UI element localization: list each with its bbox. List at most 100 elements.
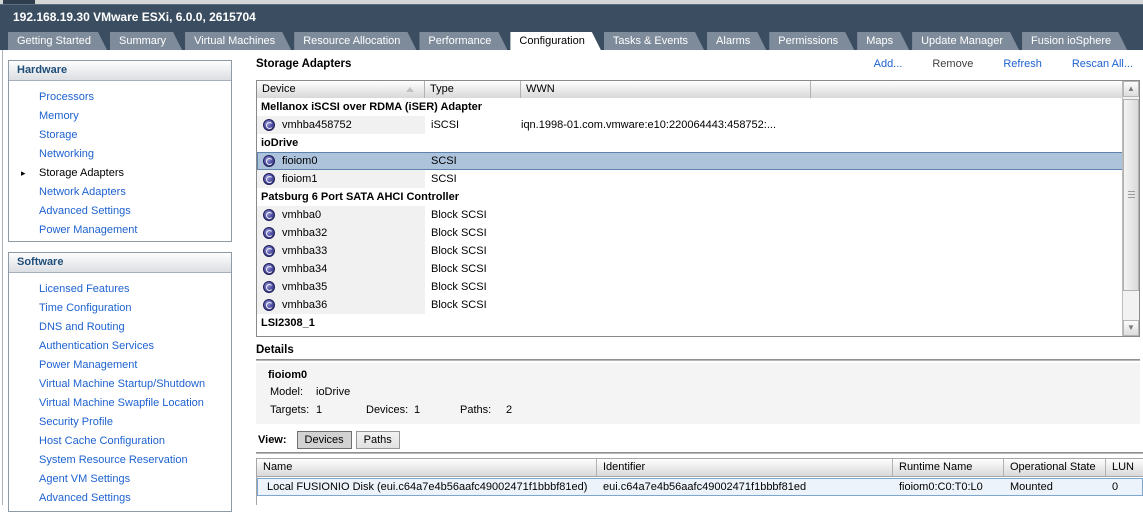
- adapter-rows: Mellanox iSCSI over RDMA (iSER) Adapter v…: [257, 98, 1123, 336]
- sidebar-item-label: Processors: [39, 91, 95, 103]
- adapter-row-vmhba35[interactable]: vmhba35 Block SCSI: [257, 278, 1123, 296]
- adapter-device-name: vmhba36: [282, 299, 328, 311]
- tab-alarms[interactable]: Alarms: [707, 32, 766, 50]
- device-operational-state-cell: Mounted: [1010, 481, 1053, 493]
- tab-getting-started[interactable]: Getting Started: [8, 32, 107, 50]
- column-header-operational-state[interactable]: Operational State: [1004, 459, 1106, 476]
- column-header-device[interactable]: Device: [257, 81, 425, 98]
- sidebar-item-network-adapters[interactable]: Network Adapters: [9, 183, 231, 202]
- tab-virtual-machines[interactable]: Virtual Machines: [185, 32, 291, 50]
- adapter-group-header-patsburg-6-port-sata-ahci-controller: Patsburg 6 Port SATA AHCI Controller: [257, 188, 1123, 206]
- view-button-paths[interactable]: Paths: [355, 431, 400, 449]
- adapter-type-cell: Block SCSI: [431, 245, 487, 257]
- tab-maps[interactable]: Maps: [857, 32, 909, 50]
- tab-update-manager[interactable]: Update Manager: [912, 32, 1019, 50]
- adapter-row-vmhba458752[interactable]: vmhba458752 iSCSI iqn.1998-01.com.vmware:e…: [257, 116, 1123, 134]
- adapter-row-vmhba32[interactable]: vmhba32 Block SCSI: [257, 224, 1123, 242]
- column-header-type[interactable]: Type: [425, 81, 521, 98]
- detail-adapter-name: fioiom0: [268, 369, 308, 381]
- adapter-device-name: vmhba0: [282, 209, 322, 221]
- tab-permissions[interactable]: Permissions: [769, 32, 854, 50]
- tab-fusion-iosphere[interactable]: Fusion ioSphere: [1022, 32, 1127, 50]
- adapter-device-name: fioiom1: [282, 173, 318, 185]
- adapter-row-fioiom1[interactable]: fioiom1 SCSI: [257, 170, 1123, 188]
- adapter-wwn-cell: [521, 260, 1123, 278]
- sidebar-item-label: Advanced Settings: [39, 205, 131, 217]
- adapter-device-cell: fioiom0: [257, 152, 425, 170]
- action-rescan-all[interactable]: Rescan All...: [1072, 58, 1133, 70]
- sidebar-item-label: Host Cache Configuration: [39, 435, 165, 447]
- device-row[interactable]: Local FUSIONIO Disk (eui.c64a7e4b56aafc4…: [257, 478, 1143, 496]
- sidebar-item-time-configuration[interactable]: Time Configuration: [9, 299, 231, 318]
- adapter-row-vmhba36[interactable]: vmhba36 Block SCSI: [257, 296, 1123, 314]
- sidebar-item-label: Networking: [39, 148, 95, 160]
- action-add[interactable]: Add...: [874, 58, 903, 70]
- adapter-wwn-cell: iqn.1998-01.com.vmware:e10:220064443:458…: [521, 119, 777, 131]
- tab-configuration[interactable]: Configuration: [510, 32, 600, 50]
- adapter-row-vmhba33[interactable]: vmhba33 Block SCSI: [257, 242, 1123, 260]
- storage-adapter-icon: [263, 209, 275, 221]
- adapter-table-header: Device Type WWN: [257, 81, 1123, 99]
- sidebar-item-storage[interactable]: Storage: [9, 126, 231, 145]
- tab-resource-allocation[interactable]: Resource Allocation: [294, 32, 416, 50]
- tab-performance[interactable]: Performance: [419, 32, 507, 50]
- adapter-row-vmhba0[interactable]: vmhba0 Block SCSI: [257, 206, 1123, 224]
- sidebar-item-security-profile[interactable]: Security Profile: [9, 413, 231, 432]
- adapter-device-cell: vmhba33: [257, 242, 425, 260]
- adapter-type-cell: iSCSI: [431, 119, 460, 131]
- sidebar-item-label: Memory: [39, 110, 79, 122]
- tab-summary[interactable]: Summary: [110, 32, 182, 50]
- action-refresh[interactable]: Refresh: [1003, 58, 1042, 70]
- adapter-table-scrollbar[interactable]: ▲ ▼: [1122, 81, 1139, 336]
- sidebar-item-memory[interactable]: Memory: [9, 107, 231, 126]
- adapter-device-cell: vmhba34: [257, 260, 425, 278]
- adapter-wwn-cell: [521, 152, 1123, 170]
- storage-adapter-icon: [263, 299, 275, 311]
- sidebar-item-advanced-settings[interactable]: Advanced Settings: [9, 489, 231, 508]
- targets-label: Targets:: [270, 404, 310, 416]
- storage-adapter-icon: [263, 173, 275, 185]
- action-remove[interactable]: Remove: [932, 58, 973, 70]
- sidebar-item-dns-and-routing[interactable]: DNS and Routing: [9, 318, 231, 337]
- column-header-lun[interactable]: LUN: [1106, 459, 1143, 476]
- view-buttons: Devices Paths: [296, 431, 404, 449]
- tab-tasks-events[interactable]: Tasks & Events: [604, 32, 704, 50]
- sidebar-item-licensed-features[interactable]: Licensed Features: [9, 280, 231, 299]
- adapter-row-vmhba34[interactable]: vmhba34 Block SCSI: [257, 260, 1123, 278]
- adapter-type-cell: Block SCSI: [431, 263, 487, 275]
- sidebar-item-networking[interactable]: Networking: [9, 145, 231, 164]
- sidebar-item-power-management[interactable]: Power Management: [9, 356, 231, 375]
- sidebar-item-storage-adapters[interactable]: ▸ Storage Adapters: [9, 164, 231, 183]
- view-button-devices[interactable]: Devices: [296, 431, 352, 449]
- adapter-group-header-iodrive: ioDrive: [257, 134, 1123, 152]
- adapter-row-fioiom0[interactable]: fioiom0 SCSI: [257, 152, 1123, 170]
- scrollbar-thumb[interactable]: [1123, 99, 1139, 291]
- storage-adapter-icon: [263, 263, 275, 275]
- sidebar-item-label: Agent VM Settings: [39, 473, 131, 485]
- column-header-wwn[interactable]: WWN: [521, 81, 811, 98]
- sidebar-item-system-resource-reservation[interactable]: System Resource Reservation: [9, 451, 231, 470]
- sidebar-item-authentication-services[interactable]: Authentication Services: [9, 337, 231, 356]
- sidebar-item-label: Security Profile: [39, 416, 113, 428]
- sidebar-item-label: DNS and Routing: [39, 321, 125, 333]
- targets-value: 1: [316, 404, 323, 416]
- sidebar-item-power-management[interactable]: Power Management: [9, 221, 231, 240]
- sidebar-item-processors[interactable]: Processors: [9, 88, 231, 107]
- sidebar-item-host-cache-configuration[interactable]: Host Cache Configuration: [9, 432, 231, 451]
- sidebar-item-virtual-machine-startup-shutdown[interactable]: Virtual Machine Startup/Shutdown: [9, 375, 231, 394]
- column-header-identifier[interactable]: Identifier: [597, 459, 893, 476]
- frame-divider: [2, 50, 3, 505]
- adapter-device-name: vmhba33: [282, 245, 328, 257]
- adapter-wwn-cell: [521, 206, 1123, 224]
- column-header-name[interactable]: Name: [257, 459, 597, 476]
- adapter-device-cell: vmhba458752: [257, 116, 425, 134]
- sidebar-item-virtual-machine-swapfile-location[interactable]: Virtual Machine Swapfile Location: [9, 394, 231, 413]
- scroll-down-icon[interactable]: ▼: [1123, 320, 1139, 336]
- sidebar-item-label: Advanced Settings: [39, 492, 131, 504]
- column-header-runtime-name[interactable]: Runtime Name: [893, 459, 1004, 476]
- sidebar-item-advanced-settings[interactable]: Advanced Settings: [9, 202, 231, 221]
- column-header-device-label: Device: [262, 83, 296, 95]
- sidebar-item-agent-vm-settings[interactable]: Agent VM Settings: [9, 470, 231, 489]
- scroll-up-icon[interactable]: ▲: [1123, 81, 1139, 97]
- devices-value: 1: [414, 404, 421, 416]
